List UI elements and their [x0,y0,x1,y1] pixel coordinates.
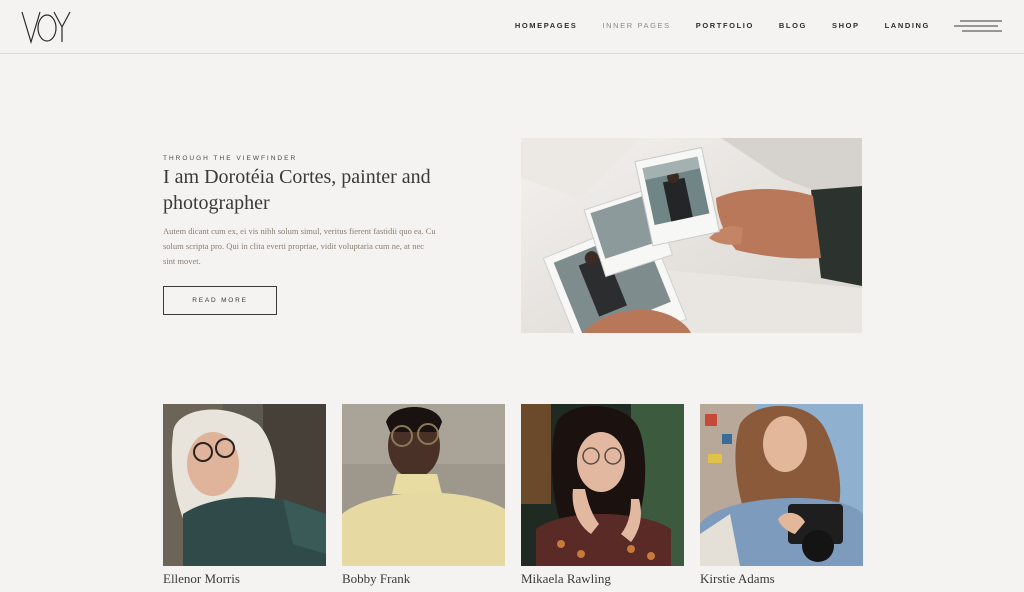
team-card[interactable]: Bobby Frank [342,404,505,587]
nav-inner-pages[interactable]: Inner Pages [602,19,670,33]
hero-eyebrow: Through the viewfinder [163,155,298,162]
site-header: Homepages Inner Pages Portfolio Blog Sho… [0,0,1024,54]
hero-text: Autem dicant cum ex, ei vis nibh solum s… [163,226,436,266]
team-member-name: Mikaela Rawling [521,571,611,586]
hamburger-lines-icon[interactable] [954,18,1004,34]
nav-portfolio[interactable]: Portfolio [696,19,754,33]
team-member-name: Ellenor Morris [163,571,240,586]
portrait-image[interactable] [163,404,326,566]
nav-blog[interactable]: Blog [779,19,807,33]
team-card[interactable]: Mikaela Rawling [521,404,684,587]
team-card[interactable]: Kirstie Adams [700,404,863,587]
nav-landing[interactable]: Landing [885,19,930,33]
portrait-image[interactable] [342,404,505,566]
logo-voy[interactable] [20,9,74,45]
team-card[interactable]: Ellenor Morris [163,404,326,587]
portrait-image[interactable] [700,404,863,566]
hero-title: I am Dorotéia Cortes, painter and photog… [163,166,431,214]
team-member-name: Bobby Frank [342,571,411,586]
nav-shop[interactable]: Shop [832,19,860,33]
main-nav: Homepages Inner Pages Portfolio Blog Sho… [490,19,930,33]
hero-image-polaroids [521,138,862,333]
read-more-button[interactable]: Read more [163,286,277,315]
portrait-image[interactable] [521,404,684,566]
nav-homepages[interactable]: Homepages [515,19,578,33]
team-member-name: Kirstie Adams [700,571,775,586]
